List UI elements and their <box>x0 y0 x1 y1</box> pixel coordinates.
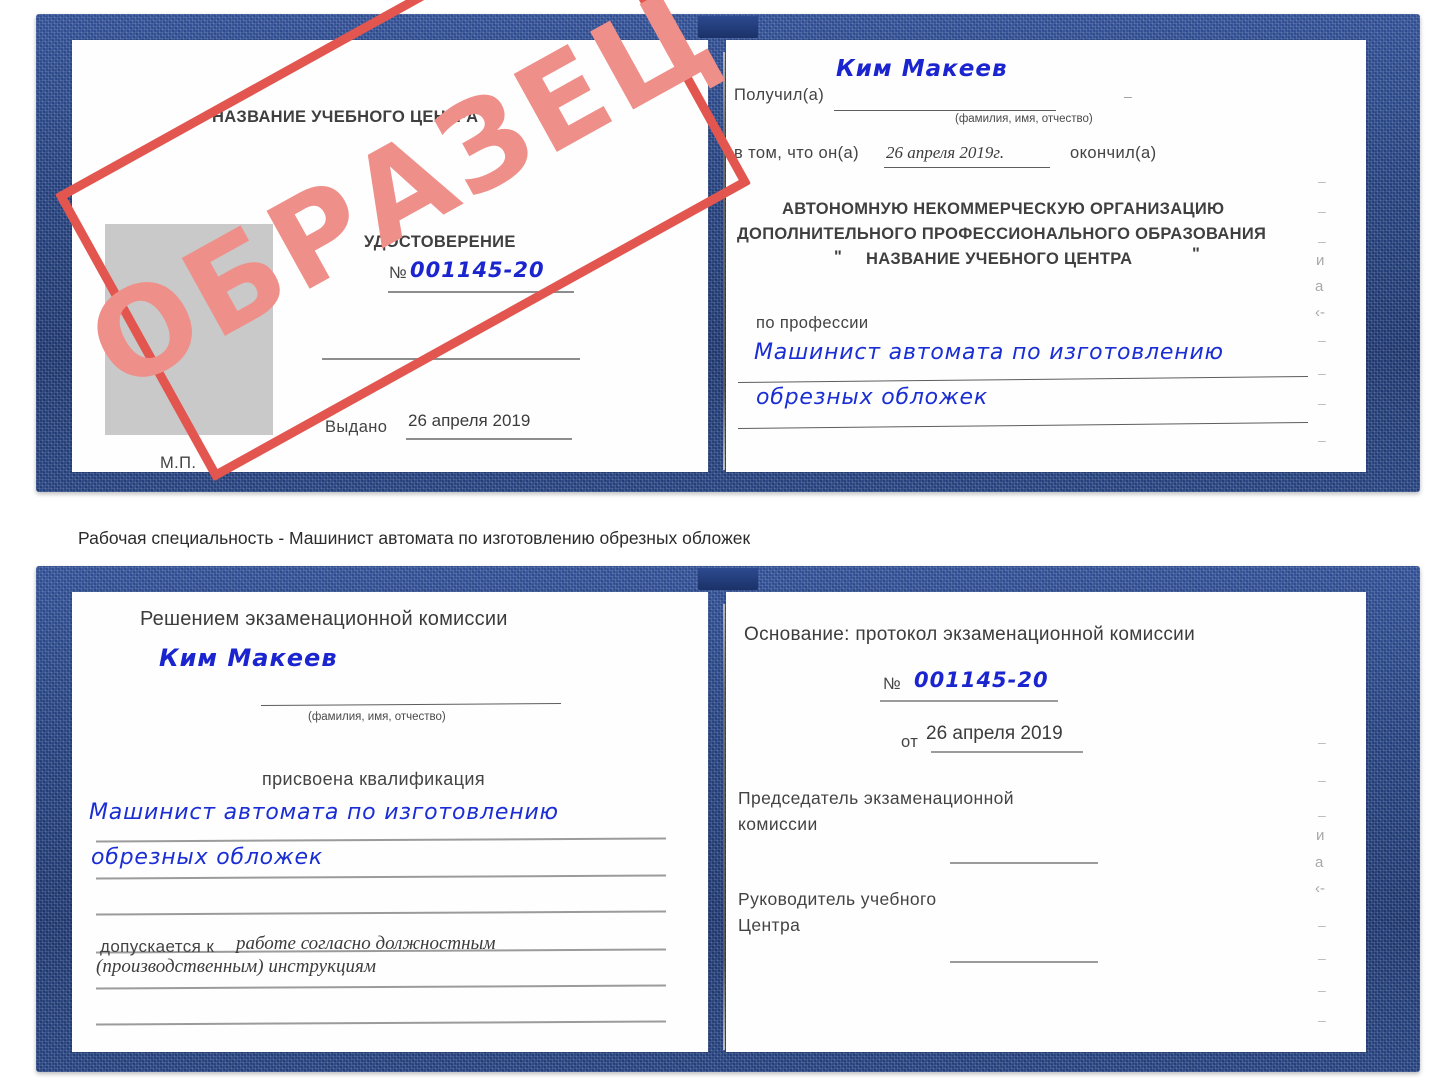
margin-bleed-mark: – <box>1318 365 1326 381</box>
qualification-line-1: Машинист автомата по изготовлению <box>89 800 559 825</box>
qualification-label: присвоена квалификация <box>262 769 486 789</box>
protocol-number-value: 001145-20 <box>914 668 1049 692</box>
margin-bleed-mark: – <box>1318 917 1326 933</box>
margin-bleed-mark: – <box>1318 332 1326 348</box>
certificate-top-right-page: Получил(а) Ким Макеев (фамилия, имя, отч… <box>726 40 1366 472</box>
margin-bleed-mark: и <box>1316 252 1325 269</box>
chairman-label-line-1: Председатель экзаменационной <box>738 788 1014 808</box>
certificate-number-rule <box>388 291 574 293</box>
protocol-date-rule <box>931 751 1083 753</box>
margin-bleed-mark: – <box>1318 807 1326 823</box>
qualification-rule-3 <box>95 910 666 915</box>
training-center-name-top: НАЗВАНИЕ УЧЕБНОГО ЦЕНТРА <box>212 108 479 126</box>
received-name-value: Ким Макеев <box>836 56 1008 82</box>
issued-label: Выдано <box>325 418 388 436</box>
completion-date-value: 26 апреля 2019г. <box>886 143 1005 162</box>
profession-line-2: обрезных обложек <box>756 385 988 410</box>
received-dash-mark: – <box>1124 88 1132 104</box>
spine-tab-bottom <box>698 568 758 590</box>
head-label-line-2: Центра <box>738 915 801 935</box>
profession-label: по профессии <box>756 314 869 332</box>
received-label: Получил(а) <box>734 86 825 104</box>
protocol-date-value: 26 апреля 2019 <box>926 723 1063 744</box>
margin-bleed-mark: а <box>1315 854 1324 871</box>
margin-bleed-mark: ‹- <box>1315 880 1325 897</box>
basis-label: Основание: протокол экзаменационной коми… <box>744 624 1196 645</box>
margin-bleed-mark: – <box>1318 734 1326 750</box>
issued-value: 26 апреля 2019 <box>408 411 531 430</box>
commission-decision-heading: Решением экзаменационной комиссии <box>140 608 508 630</box>
margin-bleed-mark: – <box>1318 772 1326 788</box>
certificate-top-left-page: НАЗВАНИЕ УЧЕБНОГО ЦЕНТРА УДОСТОВЕРЕНИЕ №… <box>72 40 708 472</box>
margin-bleed-mark: – <box>1318 982 1326 998</box>
protocol-date-label: от <box>901 733 919 751</box>
organization-quote-close: " <box>1192 245 1201 263</box>
page-caption: Рабочая специальность - Машинист автомат… <box>78 528 751 548</box>
that-he-label: в том, что он(а) <box>734 144 859 162</box>
head-signature-rule <box>950 961 1098 963</box>
margin-bleed-mark: и <box>1316 827 1325 844</box>
margin-bleed-mark: ‹- <box>1315 304 1325 321</box>
margin-bleed-mark: – <box>1318 233 1326 249</box>
head-label-line-1: Руководитель учебного <box>738 889 937 909</box>
protocol-number-label: № <box>883 675 902 693</box>
organization-quote-open: " <box>834 248 843 266</box>
allowed-to-value-line-2: (производственным) инструкциям <box>96 956 376 977</box>
spine-fold-top <box>723 52 725 470</box>
fio-hint-bottom: (фамилия, имя, отчество) <box>308 711 446 723</box>
qualification-line-2: обрезных обложек <box>91 845 323 870</box>
margin-bleed-mark: – <box>1318 950 1326 966</box>
profession-line-1: Машинист автомата по изготовлению <box>754 340 1224 365</box>
completion-date-rule <box>884 167 1050 169</box>
margin-bleed-mark: – <box>1318 173 1326 189</box>
allowed-rule-bottom <box>95 984 666 989</box>
organization-line-1: АВТОНОМНУЮ НЕКОММЕРЧЕСКУЮ ОРГАНИЗАЦИЮ <box>782 200 1225 218</box>
protocol-number-rule <box>880 700 1058 702</box>
chairman-label-line-2: комиссии <box>738 814 818 834</box>
graduate-name-value: Ким Макеев <box>159 644 338 672</box>
photo-placeholder <box>105 224 273 435</box>
profession-rule-2 <box>738 422 1308 430</box>
received-rule <box>834 110 1056 112</box>
allowed-to-label: допускается к <box>100 937 215 956</box>
spine-fold-bottom <box>723 604 725 1050</box>
margin-bleed-mark: – <box>1318 203 1326 219</box>
fio-hint-top: (фамилия, имя, отчество) <box>955 113 1093 125</box>
certificate-number-label: № <box>389 264 408 282</box>
issued-rule <box>406 438 572 440</box>
allowed-to-value-line-1: работе согласно должностным <box>236 933 496 954</box>
profession-rule-1 <box>738 376 1308 384</box>
certificate-title: УДОСТОВЕРЕНИЕ <box>364 233 516 251</box>
certificate-blank-rule <box>322 358 580 360</box>
qualification-rule-1 <box>95 837 666 842</box>
finished-label: окончил(а) <box>1070 144 1157 162</box>
spine-tab-top <box>698 16 758 38</box>
certificate-bottom-left-page: Решением экзаменационной комиссии Ким Ма… <box>72 592 708 1052</box>
margin-bleed-mark: – <box>1318 395 1326 411</box>
chairman-signature-rule <box>950 862 1098 864</box>
margin-bleed-mark: а <box>1315 278 1324 295</box>
margin-bleed-mark: – <box>1318 432 1326 448</box>
organization-line-2: ДОПОЛНИТЕЛЬНОГО ПРОФЕССИОНАЛЬНОГО ОБРАЗО… <box>737 225 1267 243</box>
seal-place-label: М.П. <box>160 454 197 472</box>
organization-line-3: НАЗВАНИЕ УЧЕБНОГО ЦЕНТРА <box>866 250 1133 268</box>
certificate-number-value: 001145-20 <box>410 258 545 282</box>
graduate-name-rule <box>260 702 562 707</box>
allowed-rule-bottom-2 <box>95 1020 666 1025</box>
margin-bleed-mark: – <box>1318 1012 1326 1028</box>
qualification-rule-2 <box>95 874 666 879</box>
certificate-bottom-right-page: Основание: протокол экзаменационной коми… <box>726 592 1366 1052</box>
